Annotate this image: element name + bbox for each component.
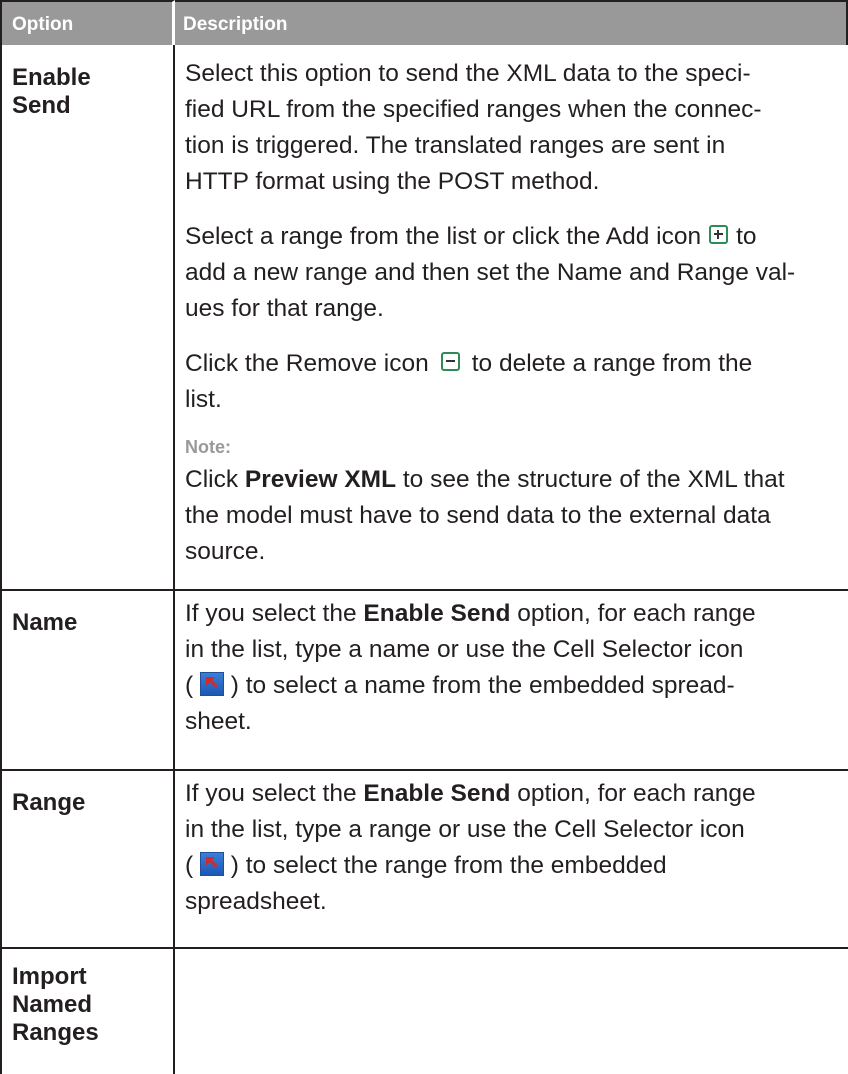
text-line: option, for each range [510, 600, 756, 627]
option-import-line3: Ranges [12, 1019, 99, 1046]
text-line: sheet. [185, 708, 252, 735]
text-line: option, for each range [510, 780, 756, 807]
enable-send-paragraph-3: Click the Remove icon to delete a range f… [185, 346, 846, 418]
table-row-enable-send: Enable Send Select this option to send t… [0, 45, 848, 589]
text-line: add a new range and then set the Name an… [185, 259, 796, 286]
text-line: If you select the [185, 780, 364, 807]
text-line: ( [185, 852, 200, 879]
options-table: Option Description Enable Send Select th… [0, 0, 848, 1074]
option-name: Name [0, 591, 175, 769]
text-line: Click the Remove icon [185, 350, 429, 377]
table-row-import-named-ranges: Import Named Ranges [0, 947, 848, 1074]
option-range: Range [0, 771, 175, 947]
enable-send-label: Enable Send [363, 600, 511, 627]
description-import-named-ranges [175, 949, 848, 1074]
note-label: Note: [185, 437, 231, 457]
description-range: If you select the Enable Send option, fo… [175, 771, 848, 947]
cell-selector-icon [199, 852, 224, 876]
name-paragraph: If you select the Enable Send option, fo… [185, 596, 846, 740]
text-line: ues for that range. [185, 295, 384, 322]
enable-send-label: Enable Send [363, 780, 511, 807]
option-import-line1: Import [12, 963, 87, 990]
option-import-line2: Named [12, 991, 93, 1018]
text-line: Click [185, 466, 245, 493]
text-line: in the list, type a range or use the Cel… [185, 816, 745, 843]
text-line: source. [185, 538, 266, 565]
text-line: Select this option to send the XML data … [185, 60, 751, 87]
option-enable-send: Enable Send [0, 45, 175, 589]
text-line: to delete a range from the [471, 350, 753, 377]
text-line: ) to select the range from the embedded [223, 852, 667, 879]
text-line: HTTP format using the POST method. [185, 168, 600, 195]
enable-send-paragraph-1: Select this option to send the XML data … [185, 56, 846, 200]
note-text: Click Preview XML to see the structure o… [185, 462, 846, 570]
text-line: Select a range from the list or click th… [185, 223, 702, 250]
text-line: in the list, type a name or use the Cell… [185, 636, 744, 663]
preview-xml-label: Preview XML [244, 466, 397, 493]
text-line: list. [185, 386, 222, 413]
text-line: ( [185, 672, 200, 699]
text-line: to see the structure of the XML that [396, 466, 785, 493]
option-enable-send-line1: Enable [12, 64, 91, 91]
table-row-name: Name If you select the Enable Send optio… [0, 589, 848, 769]
text-line: fied URL from the specified ranges when … [185, 96, 762, 123]
text-line: tion is triggered. The translated ranges… [185, 132, 726, 159]
text-line: If you select the [185, 600, 364, 627]
text-line: the model must have to send data to the … [185, 502, 771, 529]
enable-send-paragraph-2: Select a range from the list or click th… [185, 219, 846, 327]
option-enable-send-line2: Send [12, 92, 71, 119]
table-row-range: Range If you select the Enable Send opti… [0, 769, 848, 947]
text-line: spreadsheet. [185, 888, 327, 915]
cell-selector-icon [199, 672, 224, 696]
description-name: If you select the Enable Send option, fo… [175, 591, 848, 769]
text-line: ) to select a name from the embedded spr… [223, 672, 735, 699]
add-icon [709, 225, 729, 244]
header-option: Option [0, 0, 175, 45]
option-import-named-ranges: Import Named Ranges [0, 949, 175, 1074]
header-description: Description [175, 0, 848, 45]
remove-icon [440, 352, 460, 371]
range-paragraph: If you select the Enable Send option, fo… [185, 776, 846, 920]
table-header-row: Option Description [0, 0, 848, 45]
description-enable-send: Select this option to send the XML data … [175, 45, 848, 589]
text-line: to [736, 223, 757, 250]
